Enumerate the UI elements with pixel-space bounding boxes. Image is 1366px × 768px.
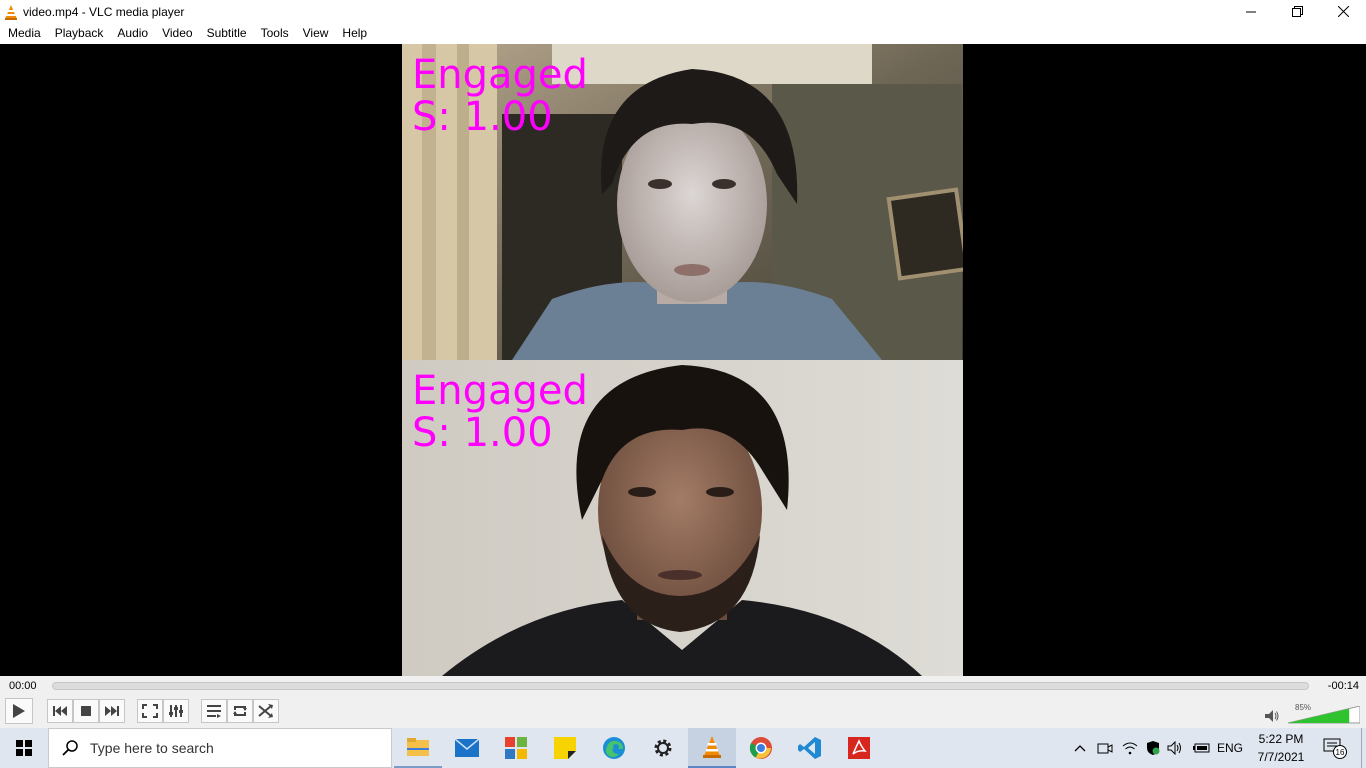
window-title: video.mp4 - VLC media player [23,4,185,19]
shuffle-icon [258,704,273,718]
playback-controls: 85% [0,696,1366,728]
camera-icon [1097,743,1113,754]
chevron-up-icon [1074,745,1086,752]
playlist-button[interactable] [201,699,227,723]
clock-time: 5:22 PM [1258,732,1304,746]
taskbar-office[interactable] [492,728,540,768]
vlc-icon [5,4,17,20]
volume-slider[interactable] [1288,706,1360,724]
loop-icon [233,706,247,716]
vlc-icon [703,736,721,758]
mail-icon [455,739,479,757]
tray-network[interactable] [1121,728,1139,768]
search-icon [62,740,78,756]
menu-help[interactable]: Help [335,23,374,44]
tray-security[interactable] [1144,728,1162,768]
taskbar: Type here to search ENG 5:22 PM 7/7/2021… [0,728,1366,768]
tray-battery[interactable] [1191,728,1211,768]
taskbar-settings[interactable] [639,728,687,768]
tray-volume[interactable] [1166,728,1184,768]
video-frame-bottom: Engaged S: 1.00 [402,360,963,676]
play-icon [13,704,25,718]
previous-button[interactable] [47,699,73,723]
stop-button[interactable] [73,699,99,723]
menu-view[interactable]: View [296,23,336,44]
office-icon [505,737,527,759]
volume-icon[interactable] [1265,710,1279,722]
overlay-label-top: Engaged [412,52,588,98]
shield-icon [1147,741,1160,755]
restore-button[interactable] [1274,0,1320,23]
overlay-score-top: S: 1.00 [412,94,553,140]
remaining-time[interactable]: -00:14 [1328,680,1359,692]
minimize-icon [1246,11,1256,12]
close-icon [1337,6,1349,17]
playlist-icon [207,705,221,718]
menu-subtitle[interactable]: Subtitle [200,23,254,44]
taskbar-vlc[interactable] [688,728,736,768]
speaker-icon [1167,741,1181,755]
seek-slider[interactable] [52,682,1309,690]
acrobat-icon [848,737,870,759]
folder-icon [407,738,429,756]
elapsed-time: 00:00 [9,680,37,692]
next-icon [105,706,119,716]
next-button[interactable] [99,699,125,723]
edge-icon [603,737,625,759]
windows-icon [16,740,32,756]
minimize-button[interactable] [1228,0,1274,23]
notifications-icon: 16 [1323,738,1347,759]
close-button[interactable] [1320,0,1366,23]
seek-row: 00:00 -00:14 [0,676,1366,696]
menu-playback[interactable]: Playback [48,23,111,44]
taskbar-chrome[interactable] [737,728,785,768]
taskbar-edge[interactable] [590,728,638,768]
tray-meet-now[interactable] [1096,728,1114,768]
video-frame-top: Engaged S: 1.00 [402,44,963,360]
gear-icon [654,739,672,757]
menu-media[interactable]: Media [1,23,48,44]
notification-count: 16 [1336,748,1345,757]
search-placeholder: Type here to search [90,740,214,756]
taskbar-mail[interactable] [443,728,491,768]
start-button[interactable] [0,728,48,768]
taskbar-vscode[interactable] [786,728,834,768]
show-hidden-icons[interactable] [1071,728,1089,768]
overlay-label-bottom: Engaged [412,368,588,414]
menu-video[interactable]: Video [155,23,199,44]
play-button[interactable] [5,698,33,724]
taskbar-file-explorer[interactable] [394,728,442,768]
fullscreen-icon [142,704,158,718]
video-display[interactable]: Engaged S: 1.00 Engaged S: 1.00 [0,44,1366,676]
title-bar: video.mp4 - VLC media player [0,0,1366,23]
fullscreen-button[interactable] [137,699,163,723]
battery-icon [1193,743,1210,753]
taskbar-acrobat[interactable] [835,728,883,768]
sticky-notes-icon [554,737,576,759]
menu-audio[interactable]: Audio [110,23,155,44]
extended-settings-button[interactable] [163,699,189,723]
previous-icon [53,706,67,716]
overlay-score-bottom: S: 1.00 [412,410,553,456]
vscode-icon [798,737,821,759]
equalizer-icon [169,705,183,717]
menu-bar: Media Playback Audio Video Subtitle Tool… [0,23,1366,44]
show-desktop-button[interactable] [1361,728,1366,768]
tray-clock[interactable]: 5:22 PM 7/7/2021 [1250,730,1312,766]
menu-tools[interactable]: Tools [254,23,296,44]
shuffle-button[interactable] [253,699,279,723]
taskbar-search[interactable]: Type here to search [48,728,392,768]
restore-icon [1291,6,1303,17]
stop-icon [81,706,91,716]
loop-button[interactable] [227,699,253,723]
notification-center-button[interactable]: 16 [1316,728,1356,768]
taskbar-sticky-notes[interactable] [541,728,589,768]
clock-date: 7/7/2021 [1257,750,1305,764]
chrome-icon [749,737,772,759]
wifi-icon [1122,742,1138,755]
tray-language[interactable]: ENG [1214,728,1246,768]
